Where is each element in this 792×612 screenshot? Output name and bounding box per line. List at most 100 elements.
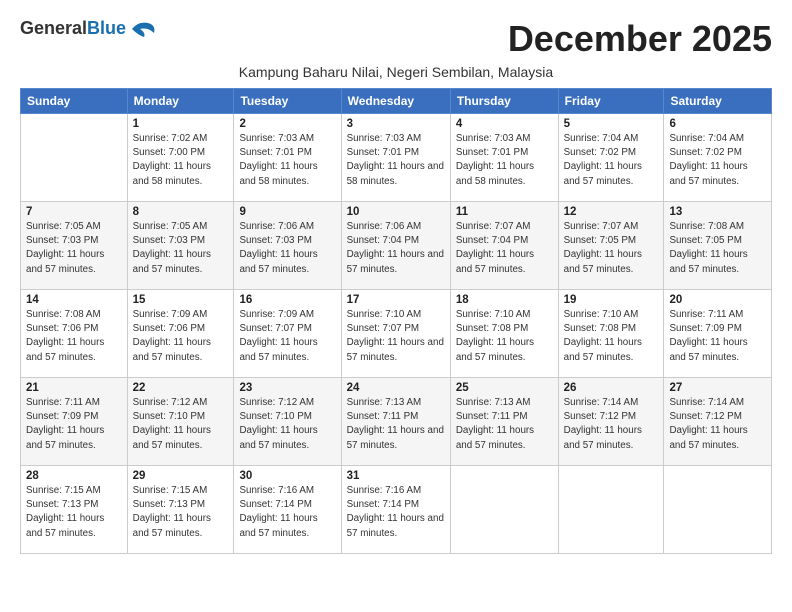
day-info: Sunrise: 7:13 AM Sunset: 7:11 PM Dayligh… — [456, 396, 553, 453]
day-info: Sunrise: 7:10 AM Sunset: 7:07 PM Dayligh… — [347, 308, 445, 365]
calendar-week-5: 28 Sunrise: 7:15 AM Sunset: 7:13 PM Dayli… — [21, 466, 772, 554]
table-row: 9 Sunrise: 7:06 AM Sunset: 7:03 PM Daylig… — [234, 202, 341, 290]
table-row: 4Sunrise: 7:03 AM Sunset: 7:01 PM Daylig… — [450, 114, 558, 202]
table-row: 12Sunrise: 7:07 AM Sunset: 7:05 PM Dayli… — [558, 202, 664, 290]
day-info: Sunrise: 7:06 AM Sunset: 7:03 PM Dayligh… — [239, 220, 335, 277]
day-info: Sunrise: 7:02 AM Sunset: 7:00 PM Dayligh… — [133, 132, 229, 189]
day-number: 28 — [26, 470, 122, 482]
col-tuesday: Tuesday — [234, 89, 341, 114]
day-number: 31 — [347, 470, 445, 482]
col-sunday: Sunday — [21, 89, 128, 114]
table-row: 5 Sunrise: 7:04 AM Sunset: 7:02 PM Daylig… — [558, 114, 664, 202]
table-row — [664, 466, 772, 554]
table-row: 3 Sunrise: 7:03 AM Sunset: 7:01 PM Daylig… — [341, 114, 450, 202]
col-monday: Monday — [127, 89, 234, 114]
col-saturday: Saturday — [664, 89, 772, 114]
table-row: 1Sunrise: 7:02 AM Sunset: 7:00 PM Daylig… — [127, 114, 234, 202]
day-number: 22 — [133, 382, 229, 394]
day-info: Sunrise: 7:12 AM Sunset: 7:10 PM Dayligh… — [239, 396, 335, 453]
calendar-header-row: Sunday Monday Tuesday Wednesday Thursday… — [21, 89, 772, 114]
table-row: 15 Sunrise: 7:09 AM Sunset: 7:06 PM Dayli… — [127, 290, 234, 378]
table-row: 27 Sunrise: 7:14 AM Sunset: 7:12 PM Dayli… — [664, 378, 772, 466]
col-thursday: Thursday — [450, 89, 558, 114]
table-row: 16 Sunrise: 7:09 AM Sunset: 7:07 PM Dayli… — [234, 290, 341, 378]
day-number: 9 — [239, 206, 335, 218]
calendar-week-4: 21Sunrise: 7:11 AM Sunset: 7:09 PM Dayli… — [21, 378, 772, 466]
table-row: 28 Sunrise: 7:15 AM Sunset: 7:13 PM Dayli… — [21, 466, 128, 554]
day-info: Sunrise: 7:10 AM Sunset: 7:08 PM Dayligh… — [564, 308, 659, 365]
day-number: 10 — [347, 206, 445, 218]
table-row: 2 Sunrise: 7:03 AM Sunset: 7:01 PM Daylig… — [234, 114, 341, 202]
table-row — [450, 466, 558, 554]
day-info: Sunrise: 7:03 AM Sunset: 7:01 PM Dayligh… — [239, 132, 335, 189]
day-info: Sunrise: 7:07 AM Sunset: 7:05 PM Dayligh… — [564, 220, 659, 277]
day-number: 4 — [456, 118, 553, 130]
day-number: 16 — [239, 294, 335, 306]
day-info: Sunrise: 7:14 AM Sunset: 7:12 PM Dayligh… — [669, 396, 766, 453]
table-row: 23 Sunrise: 7:12 AM Sunset: 7:10 PM Dayli… — [234, 378, 341, 466]
day-number: 18 — [456, 294, 553, 306]
col-friday: Friday — [558, 89, 664, 114]
day-number: 25 — [456, 382, 553, 394]
table-row: 14 Sunrise: 7:08 AM Sunset: 7:06 PM Dayli… — [21, 290, 128, 378]
day-info: Sunrise: 7:15 AM Sunset: 7:13 PM Dayligh… — [133, 484, 229, 541]
logo-general: GeneralBlue — [20, 18, 126, 39]
day-number: 7 — [26, 206, 122, 218]
day-number: 29 — [133, 470, 229, 482]
day-info: Sunrise: 7:04 AM Sunset: 7:02 PM Dayligh… — [564, 132, 659, 189]
table-row: 26 Sunrise: 7:14 AM Sunset: 7:12 PM Dayli… — [558, 378, 664, 466]
day-info: Sunrise: 7:09 AM Sunset: 7:06 PM Dayligh… — [133, 308, 229, 365]
table-row: 21Sunrise: 7:11 AM Sunset: 7:09 PM Dayli… — [21, 378, 128, 466]
day-info: Sunrise: 7:15 AM Sunset: 7:13 PM Dayligh… — [26, 484, 122, 541]
day-number: 17 — [347, 294, 445, 306]
day-info: Sunrise: 7:10 AM Sunset: 7:08 PM Dayligh… — [456, 308, 553, 365]
day-info: Sunrise: 7:11 AM Sunset: 7:09 PM Dayligh… — [669, 308, 766, 365]
table-row: 11 Sunrise: 7:07 AM Sunset: 7:04 PM Dayli… — [450, 202, 558, 290]
day-number: 15 — [133, 294, 229, 306]
day-info: Sunrise: 7:16 AM Sunset: 7:14 PM Dayligh… — [347, 484, 445, 541]
day-number: 23 — [239, 382, 335, 394]
table-row: 18 Sunrise: 7:10 AM Sunset: 7:08 PM Dayli… — [450, 290, 558, 378]
table-row: 24 Sunrise: 7:13 AM Sunset: 7:11 PM Dayli… — [341, 378, 450, 466]
table-row: 30Sunrise: 7:16 AM Sunset: 7:14 PM Dayli… — [234, 466, 341, 554]
day-number: 30 — [239, 470, 335, 482]
page: GeneralBlue December 2025 Kampung Baharu… — [0, 0, 792, 564]
table-row: 17 Sunrise: 7:10 AM Sunset: 7:07 PM Dayli… — [341, 290, 450, 378]
day-number: 6 — [669, 118, 766, 130]
day-info: Sunrise: 7:05 AM Sunset: 7:03 PM Dayligh… — [26, 220, 122, 277]
logo-bird-icon — [128, 19, 156, 39]
day-number: 27 — [669, 382, 766, 394]
table-row: 25 Sunrise: 7:13 AM Sunset: 7:11 PM Dayli… — [450, 378, 558, 466]
col-wednesday: Wednesday — [341, 89, 450, 114]
day-info: Sunrise: 7:09 AM Sunset: 7:07 PM Dayligh… — [239, 308, 335, 365]
day-info: Sunrise: 7:07 AM Sunset: 7:04 PM Dayligh… — [456, 220, 553, 277]
day-info: Sunrise: 7:03 AM Sunset: 7:01 PM Dayligh… — [347, 132, 445, 189]
subtitle: Kampung Baharu Nilai, Negeri Sembilan, M… — [20, 64, 772, 80]
day-number: 20 — [669, 294, 766, 306]
day-number: 5 — [564, 118, 659, 130]
day-info: Sunrise: 7:14 AM Sunset: 7:12 PM Dayligh… — [564, 396, 659, 453]
day-info: Sunrise: 7:13 AM Sunset: 7:11 PM Dayligh… — [347, 396, 445, 453]
calendar-week-3: 14 Sunrise: 7:08 AM Sunset: 7:06 PM Dayli… — [21, 290, 772, 378]
table-row: 7 Sunrise: 7:05 AM Sunset: 7:03 PM Daylig… — [21, 202, 128, 290]
day-info: Sunrise: 7:08 AM Sunset: 7:06 PM Dayligh… — [26, 308, 122, 365]
day-number: 8 — [133, 206, 229, 218]
day-number: 19 — [564, 294, 659, 306]
calendar-week-2: 7 Sunrise: 7:05 AM Sunset: 7:03 PM Daylig… — [21, 202, 772, 290]
table-row: 10Sunrise: 7:06 AM Sunset: 7:04 PM Dayli… — [341, 202, 450, 290]
calendar-table: Sunday Monday Tuesday Wednesday Thursday… — [20, 88, 772, 554]
day-number: 3 — [347, 118, 445, 130]
day-number: 11 — [456, 206, 553, 218]
day-info: Sunrise: 7:11 AM Sunset: 7:09 PM Dayligh… — [26, 396, 122, 453]
day-number: 2 — [239, 118, 335, 130]
logo-text: GeneralBlue — [20, 18, 156, 39]
day-number: 26 — [564, 382, 659, 394]
calendar-week-1: 1Sunrise: 7:02 AM Sunset: 7:00 PM Daylig… — [21, 114, 772, 202]
day-number: 14 — [26, 294, 122, 306]
day-number: 24 — [347, 382, 445, 394]
table-row: 13Sunrise: 7:08 AM Sunset: 7:05 PM Dayli… — [664, 202, 772, 290]
table-row: 20 Sunrise: 7:11 AM Sunset: 7:09 PM Dayli… — [664, 290, 772, 378]
month-title: December 2025 — [508, 18, 772, 60]
table-row: 22Sunrise: 7:12 AM Sunset: 7:10 PM Dayli… — [127, 378, 234, 466]
day-number: 13 — [669, 206, 766, 218]
